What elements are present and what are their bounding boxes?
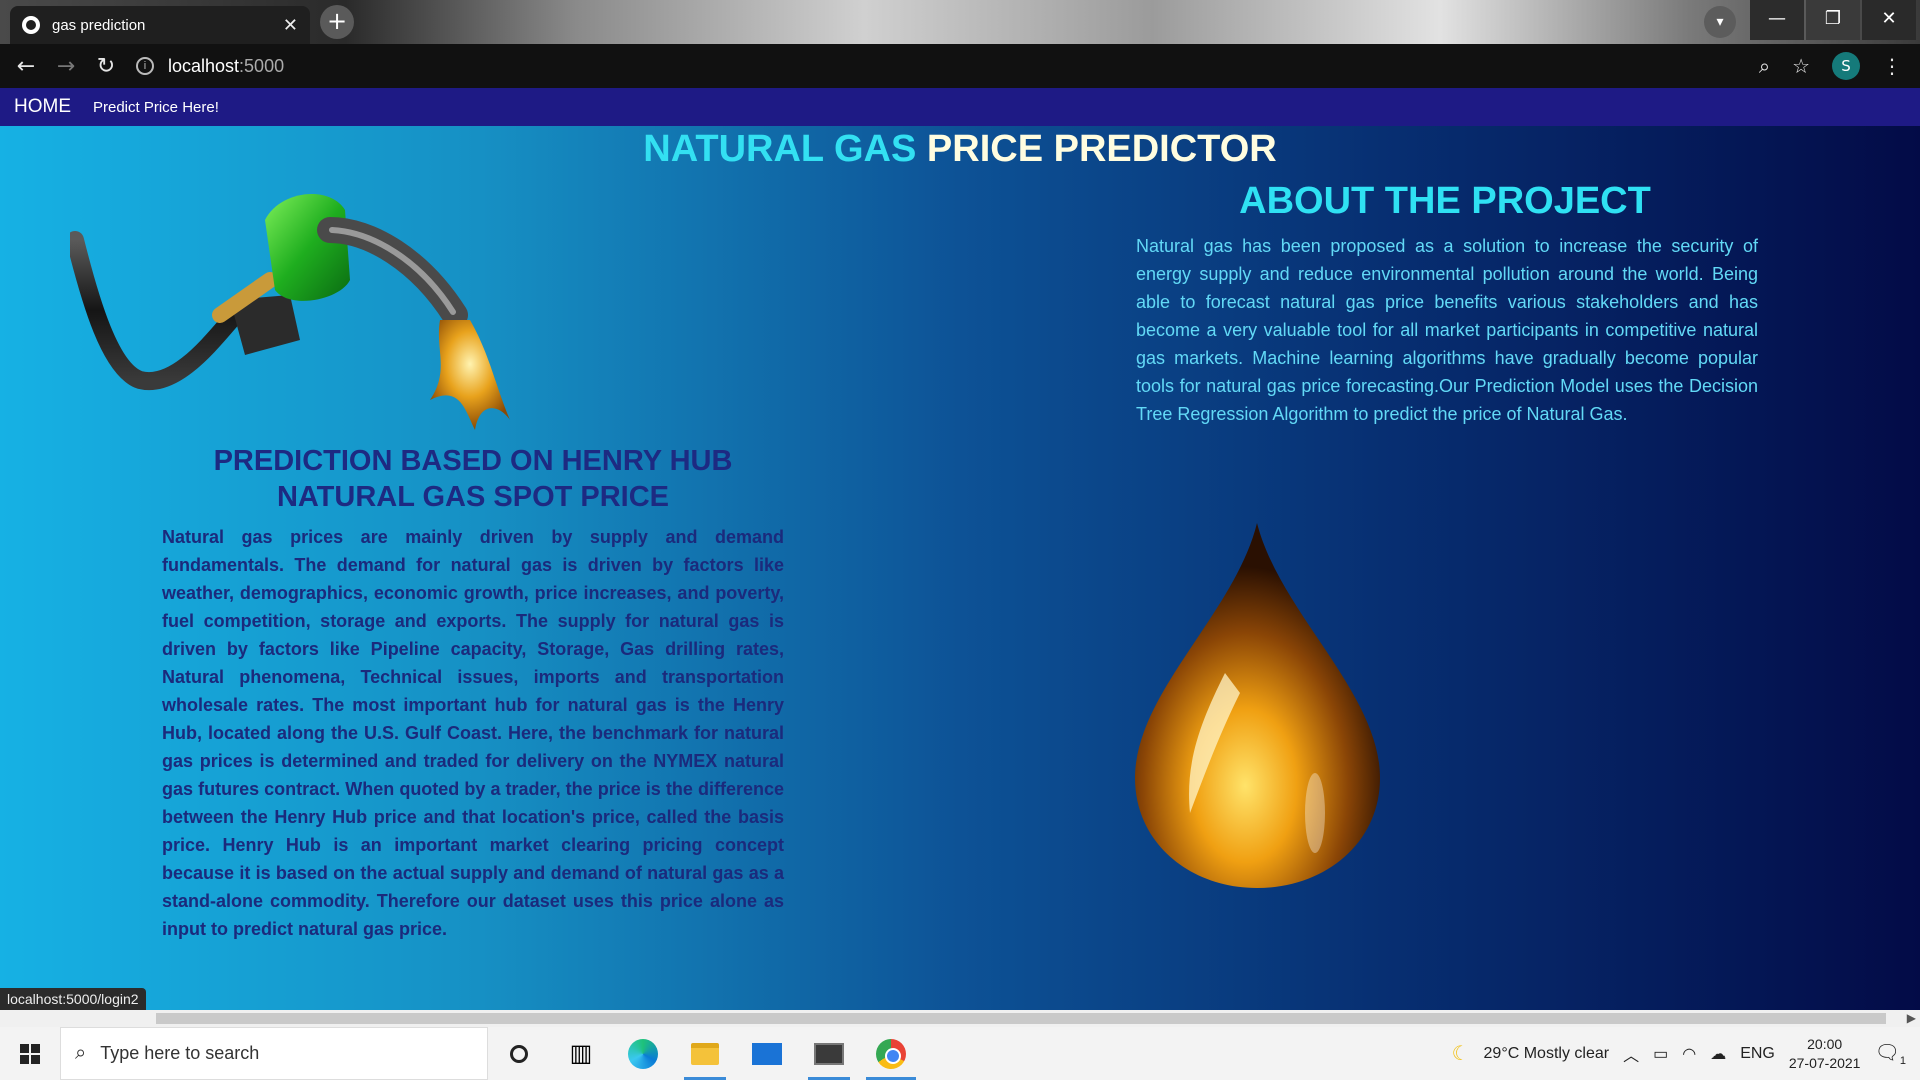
notification-icon[interactable]: 🗨1	[1874, 1040, 1906, 1067]
minimize-button[interactable]: —	[1750, 0, 1804, 40]
horizontal-scrollbar[interactable]: ▶	[0, 1010, 1920, 1027]
task-view-button[interactable]: ▥	[550, 1027, 612, 1080]
weather-text[interactable]: 29°C Mostly clear	[1484, 1045, 1610, 1063]
oil-drop-image	[1135, 523, 1380, 888]
language-indicator[interactable]: ENG	[1740, 1045, 1775, 1063]
title-part2: PRICE PREDICTOR	[926, 128, 1277, 170]
system-tray: ☾ 29°C Mostly clear ︿ ▭ ◠ ☁ ENG 20:00 27…	[1452, 1035, 1920, 1073]
browser-tab-bar: gas prediction ✕ + ▾ — ❐ ✕	[0, 0, 1920, 44]
onedrive-cloud-icon[interactable]: ☁	[1710, 1044, 1726, 1064]
new-tab-button[interactable]: +	[320, 5, 354, 39]
tab-search-icon[interactable]: ▾	[1704, 6, 1736, 38]
back-arrow-icon[interactable]: ←	[6, 54, 46, 79]
prediction-heading: PREDICTION BASED ON HENRY HUB NATURAL GA…	[160, 443, 786, 515]
taskbar: ⌕ Type here to search ▥ ☾ 29°C Mostly cl…	[0, 1027, 1920, 1080]
close-tab-icon[interactable]: ✕	[283, 15, 298, 36]
restore-button[interactable]: ❐	[1806, 0, 1860, 40]
address-bar: ← → ↻ i localhost:5000 ⌕ ☆ S ⋮	[0, 44, 1920, 88]
cortana-icon	[510, 1044, 528, 1063]
chrome-app[interactable]	[860, 1027, 922, 1080]
clock-time: 20:00	[1807, 1035, 1843, 1052]
menu-dots-icon[interactable]: ⋮	[1882, 54, 1902, 78]
about-description: Natural gas has been proposed as a solut…	[1136, 236, 1758, 424]
start-button[interactable]	[0, 1027, 60, 1080]
globe-icon	[22, 16, 40, 34]
url-host: localhost	[168, 55, 240, 76]
url-port: :5000	[239, 55, 285, 76]
site-info-icon[interactable]: i	[136, 57, 154, 75]
weather-moon-icon[interactable]: ☾	[1452, 1041, 1470, 1066]
notification-count: 1	[1899, 1055, 1906, 1067]
title-part1: NATURAL GAS	[643, 128, 917, 170]
edge-app[interactable]	[612, 1027, 674, 1080]
forward-arrow-icon[interactable]: →	[46, 54, 86, 79]
url-field[interactable]: i localhost:5000	[136, 56, 284, 77]
prediction-heading-line1: PREDICTION BASED ON HENRY HUB	[213, 445, 733, 477]
window-close-button[interactable]: ✕	[1862, 0, 1916, 40]
search-placeholder: Type here to search	[100, 1043, 260, 1063]
web-page: HOME Predict Price Here! NATURAL GAS PRI…	[0, 88, 1920, 1010]
cortana-button[interactable]	[488, 1027, 550, 1080]
browser-tab[interactable]: gas prediction ✕	[10, 6, 310, 44]
mail-icon	[752, 1042, 782, 1065]
site-navbar: HOME Predict Price Here!	[0, 88, 1920, 126]
mail-app[interactable]	[736, 1027, 798, 1080]
profile-avatar[interactable]: S	[1832, 52, 1860, 80]
windows-icon	[20, 1043, 40, 1064]
fuel-nozzle-image	[70, 193, 510, 430]
wifi-icon[interactable]: ◠	[1682, 1044, 1696, 1064]
clock[interactable]: 20:00 27-07-2021	[1789, 1035, 1861, 1073]
folder-icon	[691, 1042, 719, 1065]
nav-predict-link[interactable]: Predict Price Here!	[93, 99, 219, 116]
edge-icon	[628, 1038, 658, 1069]
prediction-heading-line2: NATURAL GAS SPOT PRICE	[276, 481, 670, 513]
scrollbar-thumb[interactable]	[156, 1013, 1886, 1024]
clock-date: 27-07-2021	[1788, 1054, 1861, 1071]
scroll-right-icon[interactable]: ▶	[1907, 1010, 1916, 1027]
terminal-icon	[814, 1042, 844, 1065]
terminal-app[interactable]	[798, 1027, 860, 1080]
chevron-up-icon[interactable]: ︿	[1623, 1042, 1639, 1066]
bookmark-star-icon[interactable]: ☆	[1792, 54, 1810, 78]
battery-icon[interactable]: ▭	[1653, 1044, 1668, 1064]
taskbar-search[interactable]: ⌕ Type here to search	[60, 1027, 488, 1080]
about-heading: ABOUT THE PROJECT	[1239, 180, 1651, 222]
tab-title: gas prediction	[52, 16, 146, 34]
file-explorer-app[interactable]	[674, 1027, 736, 1080]
status-url-tooltip: localhost:5000/login2	[0, 988, 146, 1010]
zoom-icon[interactable]: ⌕	[1759, 54, 1770, 78]
search-icon: ⌕	[75, 1042, 87, 1064]
reload-icon[interactable]: ↻	[86, 54, 126, 79]
nav-home-link[interactable]: HOME	[14, 96, 71, 118]
prediction-description: Natural gas prices are mainly driven by …	[162, 527, 784, 939]
task-view-icon: ▥	[569, 1040, 593, 1067]
page-title: NATURAL GAS PRICE PREDICTOR	[0, 128, 1920, 171]
chrome-icon	[876, 1038, 906, 1069]
